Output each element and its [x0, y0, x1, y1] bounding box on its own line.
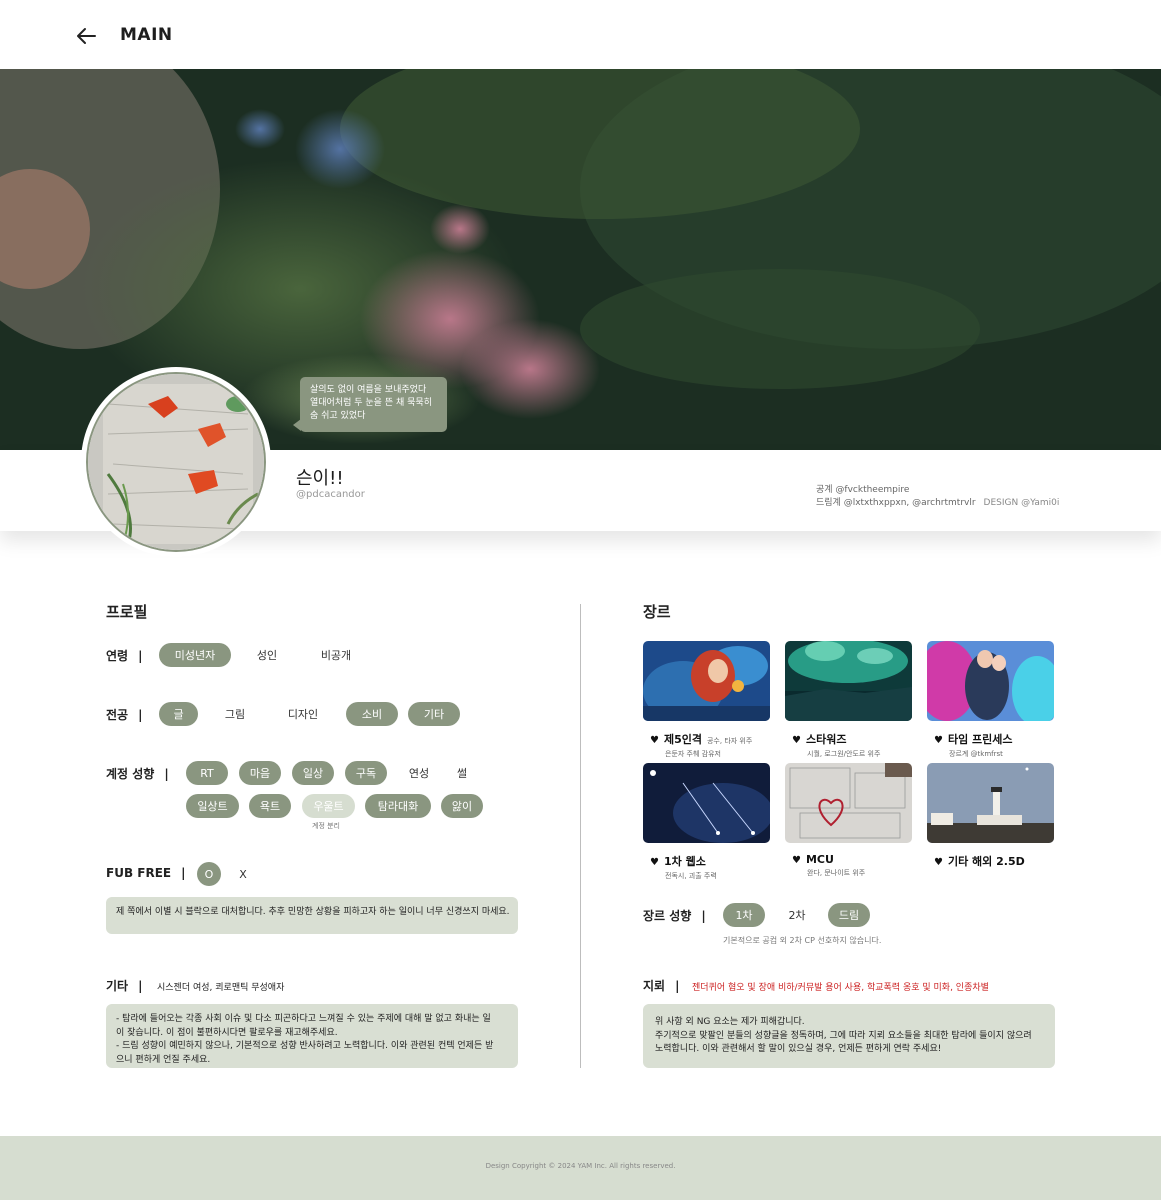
- tendency-label: 계정 성향 |: [106, 767, 169, 781]
- genre-card[interactable]: ♥ 제5인격 공수, 타자 위주 은둔자 주췌 감유저: [643, 641, 770, 759]
- genre-pref-label: 장르 성향 |: [643, 909, 706, 923]
- tendency-option-fangirl[interactable]: 앓이: [441, 794, 483, 818]
- fub-free-label: FUB FREE |: [106, 866, 186, 880]
- etc-value: 시스젠더 여성, 쾨로맨틱 무성애자: [157, 983, 285, 993]
- genre-image: [927, 641, 1054, 721]
- major-label: 전공 |: [106, 708, 143, 722]
- tendency-option-heart[interactable]: 마음: [239, 761, 281, 785]
- tendency-option-daily[interactable]: 일상: [292, 761, 334, 785]
- genre-name: 기타 해외 2.5D: [947, 855, 1025, 868]
- genre-name: 타임 프린세스: [947, 733, 1013, 746]
- genre-image: [927, 763, 1054, 843]
- tendency-option-swear-tweet[interactable]: 욕트: [249, 794, 291, 818]
- major-option-writing[interactable]: 글: [159, 702, 198, 726]
- genre-desc: 시퀄, 로그원/안도르 위주: [807, 750, 881, 758]
- tendency-note: 계정 분리: [312, 822, 340, 830]
- quote-line: 열대어처럼 두 눈을 뜬 채 묵묵히: [310, 398, 432, 408]
- public-account-link[interactable]: 공계 @fvcktheempire: [816, 484, 1059, 497]
- genre-pref-original[interactable]: 1차: [723, 903, 765, 927]
- genre-desc: 은둔자 주췌 감유저: [665, 750, 721, 758]
- tendency-option-subscribe[interactable]: 구독: [345, 761, 387, 785]
- major-option-design[interactable]: 디자인: [272, 702, 334, 726]
- genre-card[interactable]: ♥ 기타 해외 2.5D: [927, 763, 1054, 869]
- major-option-drawing[interactable]: 그림: [212, 702, 258, 726]
- major-option-consume[interactable]: 소비: [346, 702, 398, 726]
- tendency-option-rt[interactable]: RT: [186, 761, 228, 785]
- genre-name: MCU: [805, 853, 834, 866]
- tendency-option-creation[interactable]: 연성: [398, 761, 440, 785]
- dream-account-link[interactable]: 드림계 @lxtxthxppxn, @archrtmtrvlr: [816, 498, 976, 508]
- genre-image: [643, 641, 770, 721]
- tendency-option-story[interactable]: 썰: [446, 761, 478, 785]
- major-option-etc[interactable]: 기타: [408, 702, 460, 726]
- genre-image: [785, 641, 912, 721]
- quote-line: 살의도 없이 여름을 보내주었다: [310, 385, 427, 395]
- account-links: 공계 @fvcktheempire 드림계 @lxtxthxppxn, @arc…: [816, 484, 1059, 510]
- top-bar: MAIN: [0, 0, 1161, 69]
- etc-note: - 탐라에 들어오는 각종 사회 이슈 및 다소 피곤하다고 느껴질 수 있는 …: [106, 1004, 518, 1068]
- heart-icon: ♥: [792, 735, 801, 746]
- genre-desc: 전독시, 괴출 주력: [665, 872, 717, 880]
- tendency-option-daily-tweet[interactable]: 일상트: [186, 794, 239, 818]
- mine-note: 위 사항 외 NG 요소는 제가 피해갑니다. 주기적으로 맞팔인 분들의 성향…: [643, 1004, 1055, 1068]
- profile-section-title: 프로필: [106, 603, 148, 621]
- genre-name: 제5인격: [663, 733, 702, 746]
- heart-icon: ♥: [650, 735, 659, 746]
- age-label: 연령 |: [106, 649, 143, 663]
- arrow-left-icon[interactable]: [74, 24, 98, 48]
- genre-section-title: 장르: [643, 603, 671, 621]
- age-option-adult[interactable]: 성인: [242, 643, 292, 667]
- genre-pref-dream[interactable]: 드림: [828, 903, 870, 927]
- heart-icon: ♥: [934, 735, 943, 746]
- age-option-private[interactable]: 비공개: [304, 643, 368, 667]
- heart-icon: ♥: [792, 855, 801, 866]
- genre-card[interactable]: ♥ 타임 프린세스 장르계 @tkmfrst: [927, 641, 1054, 759]
- footer-copyright: Design Copyright © 2024 YAM Inc. All rig…: [485, 1162, 676, 1170]
- page-title: MAIN: [120, 25, 173, 45]
- age-option-minor[interactable]: 미성년자: [159, 643, 231, 667]
- profile-handle: @pdcacandor: [296, 489, 365, 500]
- genre-sub: 공수, 타자 위주: [706, 737, 753, 745]
- fub-option-x[interactable]: X: [231, 862, 255, 886]
- profile-name: 슨이!!: [296, 468, 344, 489]
- genre-card[interactable]: ♥ MCU 완다, 문나이트 위주: [785, 763, 912, 878]
- genre-desc: 장르계 @tkmfrst: [949, 750, 1003, 758]
- genre-desc: 완다, 문나이트 위주: [807, 869, 866, 877]
- genre-name: 스타워즈: [805, 733, 847, 746]
- fub-note: 제 쪽에서 이별 시 블락으로 대처합니다. 추후 민망한 상황을 피하고자 하…: [106, 897, 518, 934]
- design-credit[interactable]: DESIGN @Yami0i: [984, 498, 1060, 508]
- quote-bubble: 살의도 없이 여름을 보내주었다 열대어처럼 두 눈을 뜬 채 묵묵히 숨 쉬고…: [293, 377, 447, 432]
- heart-icon: ♥: [934, 857, 943, 868]
- etc-label: 기타 |: [106, 979, 143, 993]
- column-divider: [580, 604, 581, 1068]
- genre-name: 1차 웹소: [663, 855, 706, 868]
- mine-value: 젠더퀴어 혐오 및 장애 비하/커뮤발 용어 사용, 학교폭력 옹호 및 미화,…: [692, 983, 989, 993]
- genre-card[interactable]: ♥ 1차 웹소 전독시, 괴출 주력: [643, 763, 770, 881]
- genre-pref-note: 기본적으로 공컴 외 2차 CP 선호하지 않습니다.: [723, 936, 882, 945]
- genre-image: [785, 763, 912, 843]
- mine-label: 지뢰 |: [643, 979, 680, 993]
- tendency-option-tl-talk[interactable]: 탐라대화: [365, 794, 431, 818]
- tendency-option-depress-tweet[interactable]: 우울트: [302, 794, 355, 818]
- fub-option-o[interactable]: O: [197, 862, 221, 886]
- avatar: [81, 367, 271, 557]
- genre-card[interactable]: ♥ 스타워즈 시퀄, 로그원/안도르 위주: [785, 641, 912, 759]
- genre-pref-fan[interactable]: 2차: [776, 903, 818, 927]
- heart-icon: ♥: [650, 857, 659, 868]
- quote-line: 숨 쉬고 있었다: [310, 411, 366, 421]
- genre-image: [643, 763, 770, 843]
